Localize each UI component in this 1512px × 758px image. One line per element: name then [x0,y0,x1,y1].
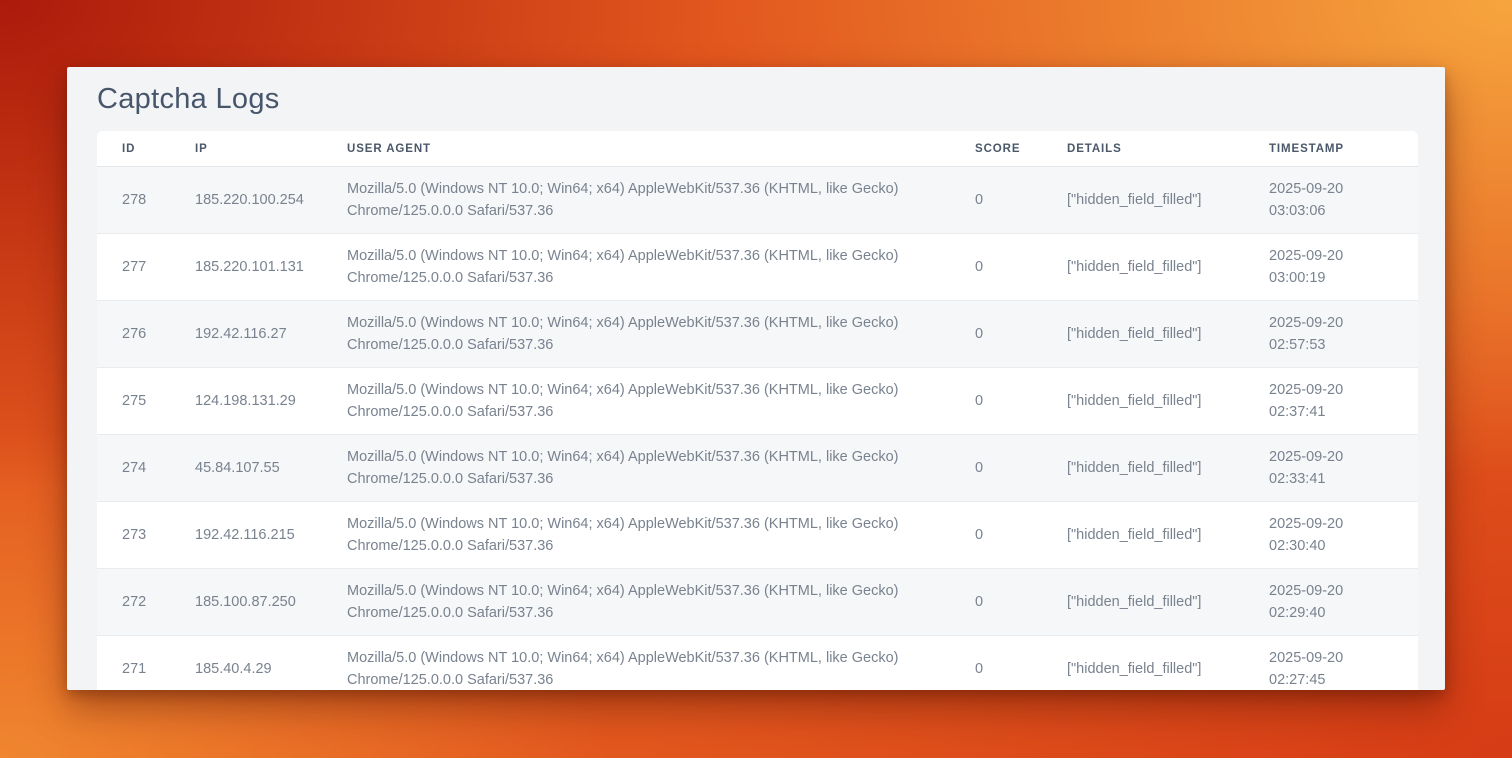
cell-ip: 185.100.87.250 [170,569,322,636]
cell-user-agent: Mozilla/5.0 (Windows NT 10.0; Win64; x64… [322,301,950,368]
cell-user-agent: Mozilla/5.0 (Windows NT 10.0; Win64; x64… [322,234,950,301]
cell-id: 278 [97,167,170,234]
cell-timestamp: 2025-09-20 02:29:40 [1244,569,1418,636]
timestamp-value: 2025-09-20 03:00:19 [1269,245,1369,289]
cell-id: 272 [97,569,170,636]
captcha-logs-table: ID IP USER AGENT SCORE DETAILS TIMESTAMP… [97,131,1418,690]
cell-timestamp: 2025-09-20 03:03:06 [1244,167,1418,234]
captcha-logs-panel: Captcha Logs ID IP USER AGENT SCORE DETA… [67,67,1445,690]
timestamp-value: 2025-09-20 02:33:41 [1269,446,1369,490]
cell-user-agent: Mozilla/5.0 (Windows NT 10.0; Win64; x64… [322,502,950,569]
cell-timestamp: 2025-09-20 02:30:40 [1244,502,1418,569]
timestamp-value: 2025-09-20 03:03:06 [1269,178,1369,222]
cell-user-agent: Mozilla/5.0 (Windows NT 10.0; Win64; x64… [322,435,950,502]
column-header-ip: IP [170,131,322,167]
table-row: 273 192.42.116.215 Mozilla/5.0 (Windows … [97,502,1418,569]
captcha-logs-table-card: ID IP USER AGENT SCORE DETAILS TIMESTAMP… [97,131,1418,690]
cell-details: ["hidden_field_filled"] [1042,234,1244,301]
cell-ip: 185.40.4.29 [170,636,322,691]
column-header-user-agent: USER AGENT [322,131,950,167]
cell-id: 273 [97,502,170,569]
table-row: 275 124.198.131.29 Mozilla/5.0 (Windows … [97,368,1418,435]
table-row: 277 185.220.101.131 Mozilla/5.0 (Windows… [97,234,1418,301]
timestamp-value: 2025-09-20 02:29:40 [1269,580,1369,624]
cell-details: ["hidden_field_filled"] [1042,569,1244,636]
cell-score: 0 [950,502,1042,569]
cell-score: 0 [950,167,1042,234]
cell-timestamp: 2025-09-20 02:27:45 [1244,636,1418,691]
table-row: 276 192.42.116.27 Mozilla/5.0 (Windows N… [97,301,1418,368]
timestamp-value: 2025-09-20 02:37:41 [1269,379,1369,423]
table-body: 278 185.220.100.254 Mozilla/5.0 (Windows… [97,167,1418,691]
table-header-row: ID IP USER AGENT SCORE DETAILS TIMESTAMP [97,131,1418,167]
table-row: 272 185.100.87.250 Mozilla/5.0 (Windows … [97,569,1418,636]
cell-score: 0 [950,234,1042,301]
cell-user-agent: Mozilla/5.0 (Windows NT 10.0; Win64; x64… [322,368,950,435]
cell-ip: 124.198.131.29 [170,368,322,435]
table-row: 274 45.84.107.55 Mozilla/5.0 (Windows NT… [97,435,1418,502]
timestamp-value: 2025-09-20 02:27:45 [1269,647,1369,690]
cell-ip: 192.42.116.27 [170,301,322,368]
cell-details: ["hidden_field_filled"] [1042,636,1244,691]
cell-timestamp: 2025-09-20 02:57:53 [1244,301,1418,368]
timestamp-value: 2025-09-20 02:30:40 [1269,513,1369,557]
cell-details: ["hidden_field_filled"] [1042,435,1244,502]
cell-ip: 192.42.116.215 [170,502,322,569]
cell-id: 276 [97,301,170,368]
page-title: Captcha Logs [97,82,1415,116]
cell-score: 0 [950,368,1042,435]
cell-details: ["hidden_field_filled"] [1042,502,1244,569]
cell-ip: 45.84.107.55 [170,435,322,502]
cell-user-agent: Mozilla/5.0 (Windows NT 10.0; Win64; x64… [322,167,950,234]
cell-user-agent: Mozilla/5.0 (Windows NT 10.0; Win64; x64… [322,569,950,636]
cell-timestamp: 2025-09-20 03:00:19 [1244,234,1418,301]
cell-details: ["hidden_field_filled"] [1042,368,1244,435]
cell-score: 0 [950,636,1042,691]
column-header-id: ID [97,131,170,167]
cell-details: ["hidden_field_filled"] [1042,167,1244,234]
table-header: ID IP USER AGENT SCORE DETAILS TIMESTAMP [97,131,1418,167]
cell-details: ["hidden_field_filled"] [1042,301,1244,368]
timestamp-value: 2025-09-20 02:57:53 [1269,312,1369,356]
cell-id: 271 [97,636,170,691]
cell-timestamp: 2025-09-20 02:33:41 [1244,435,1418,502]
cell-id: 274 [97,435,170,502]
cell-timestamp: 2025-09-20 02:37:41 [1244,368,1418,435]
page-background: { "page": { "title": "Captcha Logs" }, "… [0,0,1512,758]
table-row: 278 185.220.100.254 Mozilla/5.0 (Windows… [97,167,1418,234]
cell-user-agent: Mozilla/5.0 (Windows NT 10.0; Win64; x64… [322,636,950,691]
column-header-details: DETAILS [1042,131,1244,167]
cell-score: 0 [950,301,1042,368]
table-row: 271 185.40.4.29 Mozilla/5.0 (Windows NT … [97,636,1418,691]
cell-id: 275 [97,368,170,435]
cell-ip: 185.220.101.131 [170,234,322,301]
cell-score: 0 [950,569,1042,636]
column-header-score: SCORE [950,131,1042,167]
cell-ip: 185.220.100.254 [170,167,322,234]
cell-id: 277 [97,234,170,301]
cell-score: 0 [950,435,1042,502]
column-header-timestamp: TIMESTAMP [1244,131,1418,167]
